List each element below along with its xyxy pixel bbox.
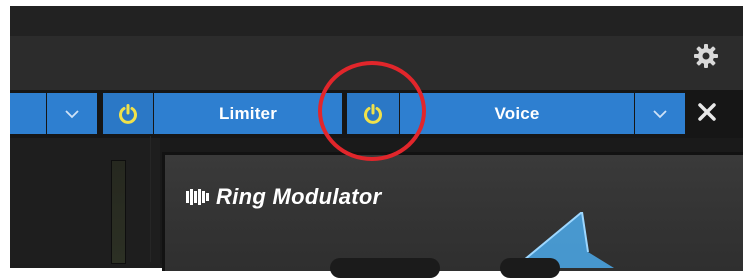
- voice-slot[interactable]: Voice: [400, 93, 634, 134]
- gear-icon[interactable]: [693, 43, 719, 69]
- power-icon: [119, 103, 137, 124]
- highlight-annotation: [318, 61, 426, 161]
- prev-slot-segment[interactable]: [10, 93, 46, 134]
- limiter-power-button[interactable]: [103, 93, 153, 134]
- close-icon[interactable]: [696, 101, 718, 123]
- limiter-label: Limiter: [218, 103, 278, 123]
- presonus-logo: [186, 189, 209, 205]
- prev-slot-dropdown[interactable]: [47, 93, 97, 134]
- control-knob-2[interactable]: [500, 258, 560, 278]
- panel-divider: [150, 136, 151, 262]
- title-bar: [10, 6, 743, 36]
- chevron-down-icon: [65, 109, 79, 118]
- level-meter: [111, 160, 126, 264]
- voice-label: Voice: [494, 103, 540, 123]
- chevron-down-icon: [653, 109, 667, 118]
- channel-strip-panel: [10, 138, 160, 264]
- voice-dropdown[interactable]: [635, 93, 685, 134]
- limiter-slot[interactable]: Limiter: [154, 93, 342, 134]
- control-knob-1[interactable]: [330, 258, 440, 278]
- plugin-title: Ring Modulator: [216, 184, 382, 209]
- plugin-window: [162, 152, 743, 271]
